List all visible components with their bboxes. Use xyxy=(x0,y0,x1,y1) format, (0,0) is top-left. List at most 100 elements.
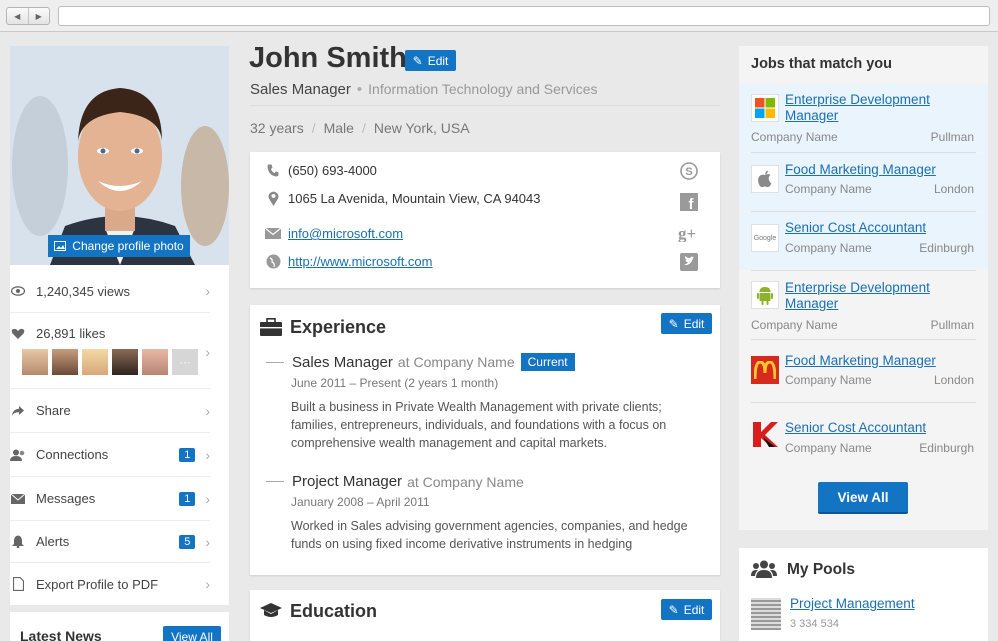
mcdonalds-logo-icon xyxy=(751,356,779,384)
pencil-icon: ✎ xyxy=(412,53,423,68)
sidebar-item-share[interactable]: Share › xyxy=(10,389,210,433)
job-match-item[interactable]: Food Marketing Manager Company Name Lond… xyxy=(739,153,988,211)
chevron-right-icon: › xyxy=(205,283,210,299)
pencil-icon: ✎ xyxy=(668,316,679,331)
sidebar-item-alerts[interactable]: Alerts 5 › xyxy=(10,521,210,563)
briefcase-icon xyxy=(260,318,282,338)
gender: Male xyxy=(323,120,354,136)
alerts-badge: 5 xyxy=(179,534,196,549)
industry: Information Technology and Services xyxy=(368,81,598,97)
news-view-all-button[interactable]: View All xyxy=(163,626,221,641)
forward-icon[interactable]: ▶ xyxy=(29,8,50,24)
likes-avatars: ··· xyxy=(22,349,198,375)
envelope-icon xyxy=(264,228,282,239)
pencil-icon: ✎ xyxy=(668,602,679,617)
avatar[interactable] xyxy=(52,349,78,375)
job-description: Worked in Sales advising government agen… xyxy=(291,519,688,551)
browser-nav-buttons: ◀ ▶ xyxy=(6,7,50,25)
jobs-panel: Jobs that match you Enterprise Developme… xyxy=(739,46,988,530)
pool-thumbnail xyxy=(751,598,781,630)
chevron-right-icon: › xyxy=(205,446,210,463)
profile-name: John Smith xyxy=(249,42,407,74)
avatar[interactable] xyxy=(112,349,138,375)
job-company: Company Name xyxy=(785,441,872,455)
sidebar-item-label: Share xyxy=(36,403,71,418)
sidebar-item-export-pdf[interactable]: Export Profile to PDF › xyxy=(10,563,210,605)
document-icon xyxy=(10,576,26,592)
avatar[interactable] xyxy=(142,349,168,375)
eye-icon xyxy=(10,283,26,299)
chevron-right-icon: › xyxy=(205,533,210,550)
job-company: Company Name xyxy=(751,318,838,332)
pool-title-link[interactable]: Project Management xyxy=(790,596,915,611)
website-row: http://www.microsoft.com xyxy=(264,254,432,269)
job-dates: January 2008 – April 2011 xyxy=(291,495,430,509)
job-title-link[interactable]: Senior Cost Accountant xyxy=(785,420,975,436)
sidebar-item-label: Connections xyxy=(36,447,109,462)
sidebar-item-label: Alerts xyxy=(36,534,70,549)
sidebar-item-connections[interactable]: Connections 1 › xyxy=(10,433,210,477)
more-likes-button[interactable]: ··· xyxy=(172,349,198,375)
job-title-link[interactable]: Enterprise Development Manager xyxy=(785,280,975,312)
edit-profile-button[interactable]: ✎ Edit xyxy=(405,50,456,71)
my-pools-title: My Pools xyxy=(787,561,856,578)
phone-number: (650) 693-4000 xyxy=(288,163,377,178)
job-match-item[interactable]: Enterprise Development Manager Company N… xyxy=(739,271,988,339)
phone-icon xyxy=(264,164,282,177)
phone-row: (650) 693-4000 xyxy=(264,163,377,178)
change-profile-photo-button[interactable]: Change profile photo xyxy=(48,235,190,257)
twitter-icon[interactable] xyxy=(678,251,700,273)
avatar[interactable] xyxy=(82,349,108,375)
job-title-link[interactable]: Enterprise Development Manager xyxy=(785,92,975,124)
job-match-item[interactable]: Google Senior Cost Accountant Company Na… xyxy=(739,212,988,270)
messages-badge: 1 xyxy=(179,491,196,506)
job-company: Company Name xyxy=(785,241,872,255)
current-badge: Current xyxy=(520,353,575,371)
jobs-panel-title: Jobs that match you xyxy=(751,56,892,72)
change-photo-label: Change profile photo xyxy=(72,239,184,253)
edit-experience-button[interactable]: ✎ Edit xyxy=(661,313,712,334)
job-role: Project Manager xyxy=(292,473,403,490)
likes-count: 26,891 likes xyxy=(36,326,106,341)
job-company: at Company Name xyxy=(397,354,515,370)
chevron-right-icon: › xyxy=(205,344,210,360)
website-link[interactable]: http://www.microsoft.com xyxy=(288,254,432,269)
google-plus-icon[interactable]: g+ xyxy=(678,222,700,244)
facebook-icon[interactable]: f xyxy=(678,191,700,213)
android-logo-icon xyxy=(751,281,779,309)
svg-text:S: S xyxy=(685,166,692,178)
job-match-item[interactable]: Enterprise Development Manager Company N… xyxy=(739,84,988,152)
edit-label: Edit xyxy=(683,602,705,617)
job-title-link[interactable]: Senior Cost Accountant xyxy=(785,220,975,236)
job-match-item[interactable]: Food Marketing Manager Company Name Lond… xyxy=(739,340,988,402)
back-icon[interactable]: ◀ xyxy=(7,8,29,24)
job-company: Company Name xyxy=(785,373,872,387)
views-row[interactable]: 1,240,345 views › xyxy=(10,270,210,313)
edit-education-button[interactable]: ✎ Edit xyxy=(661,599,712,620)
share-icon xyxy=(10,403,26,419)
edit-label: Edit xyxy=(427,53,449,68)
sidebar-item-messages[interactable]: Messages 1 › xyxy=(10,477,210,521)
sidebar-item-label: Export Profile to PDF xyxy=(36,576,159,592)
email-link[interactable]: info@microsoft.com xyxy=(288,226,403,241)
skype-icon[interactable]: S xyxy=(678,160,700,182)
chevron-right-icon: › xyxy=(205,402,210,419)
job-match-item[interactable]: Senior Cost Accountant Company Name Edin… xyxy=(739,403,988,465)
microsoft-logo-icon xyxy=(751,94,779,122)
globe-icon xyxy=(264,254,282,269)
job-company: Company Name xyxy=(785,182,872,196)
address-bar[interactable] xyxy=(58,6,990,26)
job-company: at Company Name xyxy=(407,473,524,490)
map-pin-icon xyxy=(264,191,282,206)
my-pools-panel: My Pools Project Management 3 334 534 xyxy=(739,548,988,641)
job-title-link[interactable]: Food Marketing Manager xyxy=(785,162,975,178)
job-dates: June 2011 – Present (2 years 1 month) xyxy=(291,376,499,390)
google-logo-text: Google xyxy=(753,234,777,242)
job-city: London xyxy=(933,373,974,387)
avatar[interactable] xyxy=(22,349,48,375)
latest-news-title: Latest News xyxy=(20,628,102,641)
heart-icon xyxy=(10,326,26,342)
jobs-view-all-button[interactable]: View All xyxy=(818,482,908,514)
google-logo-icon: Google xyxy=(751,224,779,252)
job-title-link[interactable]: Food Marketing Manager xyxy=(785,353,975,369)
